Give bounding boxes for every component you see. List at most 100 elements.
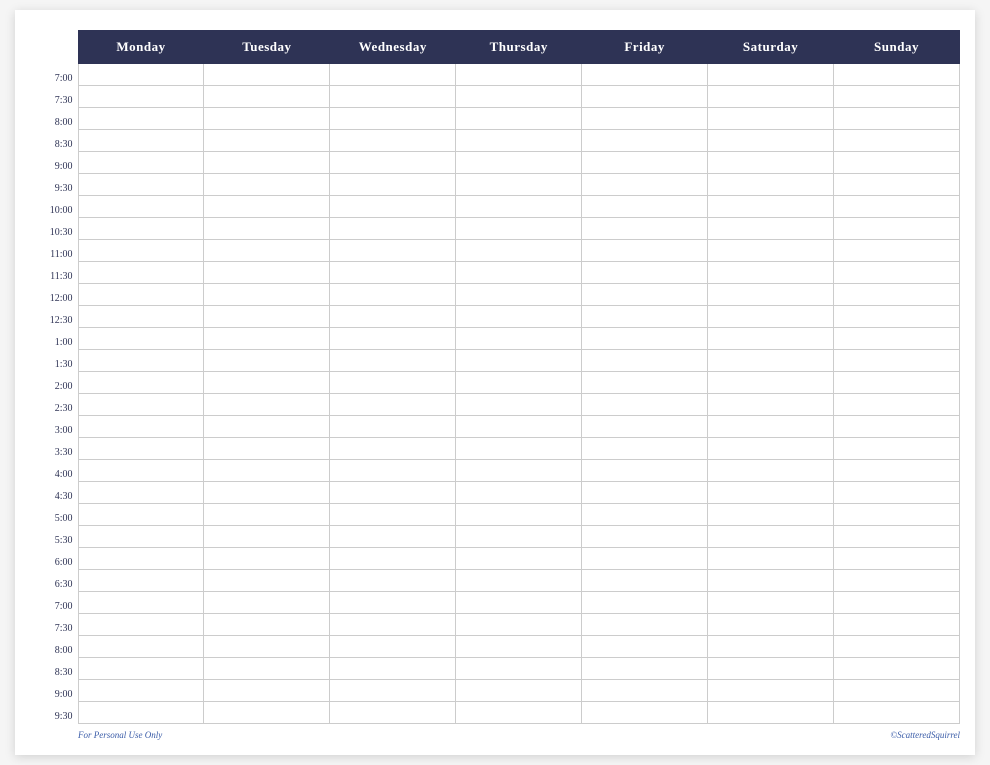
schedule-cell[interactable] — [456, 570, 582, 592]
schedule-cell[interactable] — [78, 416, 204, 438]
schedule-cell[interactable] — [708, 702, 834, 724]
schedule-cell[interactable] — [708, 636, 834, 658]
schedule-cell[interactable] — [834, 174, 960, 196]
schedule-cell[interactable] — [708, 658, 834, 680]
schedule-cell[interactable] — [204, 218, 330, 240]
schedule-cell[interactable] — [834, 592, 960, 614]
schedule-cell[interactable] — [582, 284, 708, 306]
schedule-cell[interactable] — [582, 306, 708, 328]
schedule-cell[interactable] — [330, 680, 456, 702]
schedule-cell[interactable] — [834, 350, 960, 372]
schedule-cell[interactable] — [204, 526, 330, 548]
schedule-cell[interactable] — [582, 416, 708, 438]
schedule-cell[interactable] — [330, 218, 456, 240]
schedule-cell[interactable] — [834, 284, 960, 306]
schedule-cell[interactable] — [582, 108, 708, 130]
schedule-cell[interactable] — [582, 86, 708, 108]
schedule-cell[interactable] — [330, 702, 456, 724]
schedule-cell[interactable] — [78, 394, 204, 416]
schedule-cell[interactable] — [204, 416, 330, 438]
schedule-cell[interactable] — [708, 504, 834, 526]
schedule-cell[interactable] — [204, 482, 330, 504]
schedule-cell[interactable] — [330, 416, 456, 438]
schedule-cell[interactable] — [834, 240, 960, 262]
schedule-cell[interactable] — [330, 482, 456, 504]
schedule-cell[interactable] — [582, 438, 708, 460]
schedule-cell[interactable] — [204, 130, 330, 152]
schedule-cell[interactable] — [330, 306, 456, 328]
schedule-cell[interactable] — [834, 526, 960, 548]
schedule-cell[interactable] — [456, 482, 582, 504]
schedule-cell[interactable] — [456, 548, 582, 570]
schedule-cell[interactable] — [456, 526, 582, 548]
schedule-cell[interactable] — [456, 262, 582, 284]
schedule-cell[interactable] — [708, 196, 834, 218]
schedule-cell[interactable] — [834, 262, 960, 284]
schedule-cell[interactable] — [330, 152, 456, 174]
schedule-cell[interactable] — [204, 328, 330, 350]
schedule-cell[interactable] — [78, 438, 204, 460]
schedule-cell[interactable] — [330, 614, 456, 636]
schedule-cell[interactable] — [204, 504, 330, 526]
schedule-cell[interactable] — [708, 416, 834, 438]
schedule-cell[interactable] — [78, 548, 204, 570]
schedule-cell[interactable] — [708, 592, 834, 614]
schedule-cell[interactable] — [582, 570, 708, 592]
schedule-cell[interactable] — [78, 702, 204, 724]
schedule-cell[interactable] — [708, 482, 834, 504]
schedule-cell[interactable] — [834, 218, 960, 240]
schedule-cell[interactable] — [78, 218, 204, 240]
schedule-cell[interactable] — [456, 328, 582, 350]
schedule-cell[interactable] — [834, 416, 960, 438]
schedule-cell[interactable] — [330, 130, 456, 152]
schedule-cell[interactable] — [204, 196, 330, 218]
schedule-cell[interactable] — [456, 614, 582, 636]
schedule-cell[interactable] — [204, 394, 330, 416]
schedule-cell[interactable] — [582, 636, 708, 658]
schedule-cell[interactable] — [834, 460, 960, 482]
schedule-cell[interactable] — [78, 262, 204, 284]
schedule-cell[interactable] — [204, 702, 330, 724]
schedule-cell[interactable] — [582, 680, 708, 702]
schedule-cell[interactable] — [708, 306, 834, 328]
schedule-cell[interactable] — [330, 592, 456, 614]
schedule-cell[interactable] — [204, 108, 330, 130]
schedule-cell[interactable] — [78, 196, 204, 218]
schedule-cell[interactable] — [834, 570, 960, 592]
schedule-cell[interactable] — [456, 152, 582, 174]
schedule-cell[interactable] — [78, 328, 204, 350]
schedule-cell[interactable] — [708, 262, 834, 284]
schedule-cell[interactable] — [708, 570, 834, 592]
schedule-cell[interactable] — [456, 372, 582, 394]
schedule-cell[interactable] — [78, 306, 204, 328]
schedule-cell[interactable] — [708, 328, 834, 350]
schedule-cell[interactable] — [834, 680, 960, 702]
schedule-cell[interactable] — [582, 372, 708, 394]
schedule-cell[interactable] — [330, 284, 456, 306]
schedule-cell[interactable] — [78, 108, 204, 130]
schedule-cell[interactable] — [456, 636, 582, 658]
schedule-cell[interactable] — [456, 702, 582, 724]
schedule-cell[interactable] — [582, 64, 708, 86]
schedule-cell[interactable] — [78, 614, 204, 636]
schedule-cell[interactable] — [78, 350, 204, 372]
schedule-cell[interactable] — [456, 394, 582, 416]
schedule-cell[interactable] — [204, 570, 330, 592]
schedule-cell[interactable] — [330, 394, 456, 416]
schedule-cell[interactable] — [708, 64, 834, 86]
schedule-cell[interactable] — [456, 416, 582, 438]
schedule-cell[interactable] — [204, 306, 330, 328]
schedule-cell[interactable] — [330, 526, 456, 548]
schedule-cell[interactable] — [582, 702, 708, 724]
schedule-cell[interactable] — [78, 130, 204, 152]
schedule-cell[interactable] — [330, 570, 456, 592]
schedule-cell[interactable] — [456, 350, 582, 372]
schedule-cell[interactable] — [330, 240, 456, 262]
schedule-cell[interactable] — [582, 526, 708, 548]
schedule-cell[interactable] — [582, 262, 708, 284]
schedule-cell[interactable] — [708, 548, 834, 570]
schedule-cell[interactable] — [204, 284, 330, 306]
schedule-cell[interactable] — [456, 240, 582, 262]
schedule-cell[interactable] — [708, 218, 834, 240]
schedule-cell[interactable] — [330, 108, 456, 130]
